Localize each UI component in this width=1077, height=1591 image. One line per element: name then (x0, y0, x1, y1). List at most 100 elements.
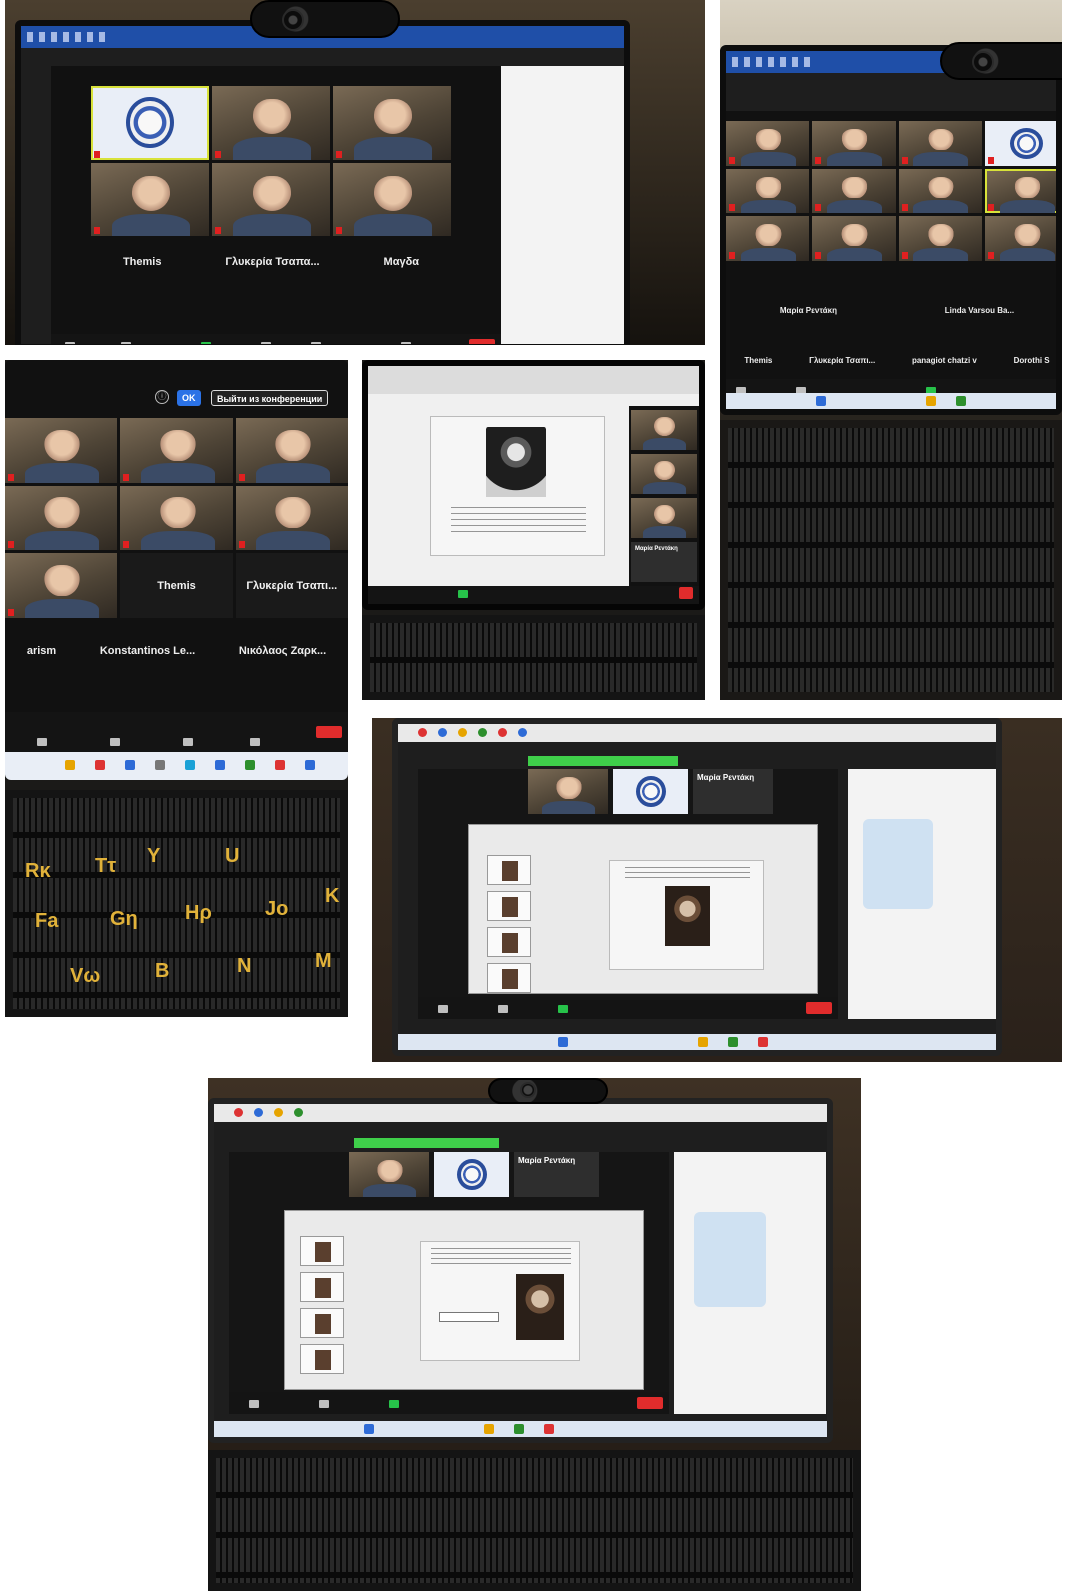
slide-thumbnail[interactable] (487, 963, 531, 993)
app-icon[interactable] (728, 1037, 738, 1047)
more-icon[interactable] (401, 342, 411, 344)
start-icon[interactable] (816, 396, 826, 406)
start-icon[interactable] (558, 1037, 568, 1047)
slide-thumbnail[interactable] (487, 891, 531, 921)
key-label: Gη (110, 908, 138, 930)
leave-meeting-button[interactable]: Выйти из конференции (211, 390, 329, 406)
mic-muted-icon (987, 156, 994, 164)
mic-muted-icon (94, 150, 100, 158)
end-meeting-button[interactable] (679, 587, 693, 599)
key-label: Hρ (185, 902, 212, 924)
share-screen-icon[interactable] (201, 342, 211, 344)
slide-thumbnail[interactable] (300, 1344, 344, 1374)
mic-muted-icon (729, 156, 735, 164)
tab-icon[interactable] (478, 728, 487, 737)
browser-tab-bar (398, 724, 996, 742)
tab-icon[interactable] (458, 728, 467, 737)
laptop-screen: Themis Γλυκερία Τσαπα... Μαγδα (15, 20, 630, 345)
app-icon[interactable] (544, 1424, 554, 1434)
mic-icon[interactable] (65, 342, 75, 344)
mic-muted-icon (8, 608, 14, 616)
app-icon[interactable] (956, 396, 966, 406)
slide-thumbnail[interactable] (300, 1308, 344, 1338)
chat-icon[interactable] (311, 342, 321, 344)
app-icon[interactable] (215, 760, 225, 770)
app-icon[interactable] (155, 760, 165, 770)
app-icon[interactable] (484, 1424, 494, 1434)
slide-thumbnail[interactable] (300, 1236, 344, 1266)
participants-icon[interactable] (261, 342, 271, 344)
mic-icon[interactable] (438, 1005, 448, 1013)
mic-icon[interactable] (249, 1400, 259, 1408)
sharing-banner (354, 1138, 499, 1148)
participant-name: Γλυκερία Τσαπι... (246, 579, 338, 592)
info-icon[interactable]: ⓘ (155, 390, 169, 404)
slide-thumbnail[interactable] (300, 1272, 344, 1302)
tab-icon[interactable] (274, 1108, 283, 1117)
participant-name: Γλυκερία Τσαπι... (809, 356, 876, 365)
participant-video (984, 168, 1056, 214)
shared-presentation (284, 1210, 644, 1390)
tab-icon[interactable] (498, 728, 507, 737)
photo-zoom-gallery-1: Themis Γλυκερία Τσαπα... Μαγδα (5, 0, 705, 345)
video-icon[interactable] (121, 342, 131, 344)
end-meeting-button[interactable] (469, 339, 495, 344)
start-icon[interactable] (364, 1424, 374, 1434)
meeting-toolbar (368, 586, 699, 604)
participant-name: Dorothi S (1013, 356, 1050, 365)
zoom-window: Μαρία Ρεντάκη (418, 769, 838, 1019)
mic-muted-icon (123, 541, 130, 549)
slide-thumbnail[interactable] (487, 927, 531, 957)
video-icon[interactable] (319, 1400, 329, 1408)
meeting-toolbar (5, 712, 348, 752)
name-row: Themis Γλυκερία Τσαπα... Μαγδα (91, 256, 451, 268)
app-icon[interactable] (185, 760, 195, 770)
app-icon[interactable] (125, 760, 135, 770)
photo-screen-share-2: Μαρία Ρεντάκη (372, 718, 1062, 1062)
share-screen-icon[interactable] (389, 1400, 399, 1408)
end-meeting-button[interactable] (806, 1002, 832, 1014)
app-icon[interactable] (926, 396, 936, 406)
key-label: M (315, 950, 332, 972)
participant-name: Μαρία Ρεντάκη (779, 306, 837, 315)
app-icon[interactable] (275, 760, 285, 770)
app-icon[interactable] (245, 760, 255, 770)
side-panel (674, 1152, 826, 1414)
participant-name-tile: Γλυκερία Τσαπι... (235, 553, 348, 618)
end-meeting-button[interactable] (637, 1397, 663, 1409)
tab-icon[interactable] (254, 1108, 263, 1117)
laptop-screen: Μαρία Ρεντάκη (362, 360, 705, 610)
tab-icon[interactable] (518, 728, 527, 737)
slide-thumbnail[interactable] (487, 855, 531, 885)
browser-tab-bar (214, 1104, 827, 1122)
app-icon[interactable] (305, 760, 315, 770)
record-icon[interactable] (110, 738, 120, 746)
participant-video (631, 410, 697, 450)
app-icon[interactable] (758, 1037, 768, 1047)
participant-grid: Themis Γλυκερία Τσαπι... (5, 418, 348, 618)
app-icon[interactable] (65, 760, 75, 770)
laptop-keyboard (208, 1450, 861, 1591)
mic-muted-icon (987, 252, 994, 259)
tab-icon[interactable] (234, 1108, 243, 1117)
app-icon[interactable] (95, 760, 105, 770)
share-icon[interactable] (37, 738, 47, 746)
tab-icon[interactable] (418, 728, 427, 737)
ok-button[interactable]: OK (177, 390, 201, 406)
meeting-toolbar (51, 334, 501, 344)
video-icon[interactable] (498, 1005, 508, 1013)
slide-caption (431, 1248, 571, 1266)
app-icon[interactable] (698, 1037, 708, 1047)
app-icon[interactable] (514, 1424, 524, 1434)
tab-icon[interactable] (294, 1108, 303, 1117)
share-screen-icon[interactable] (458, 590, 468, 598)
more-icon[interactable] (250, 738, 260, 746)
participant-video (984, 216, 1056, 261)
end-meeting-button[interactable] (316, 726, 342, 738)
tab-icon[interactable] (438, 728, 447, 737)
share-screen-icon[interactable] (558, 1005, 568, 1013)
reactions-icon[interactable] (183, 738, 193, 746)
participant-name: Themis (744, 356, 773, 365)
name-row: arism Konstantinos Le... Νικόλαος Ζαρκ..… (5, 645, 348, 657)
key-label: Y (147, 845, 161, 867)
